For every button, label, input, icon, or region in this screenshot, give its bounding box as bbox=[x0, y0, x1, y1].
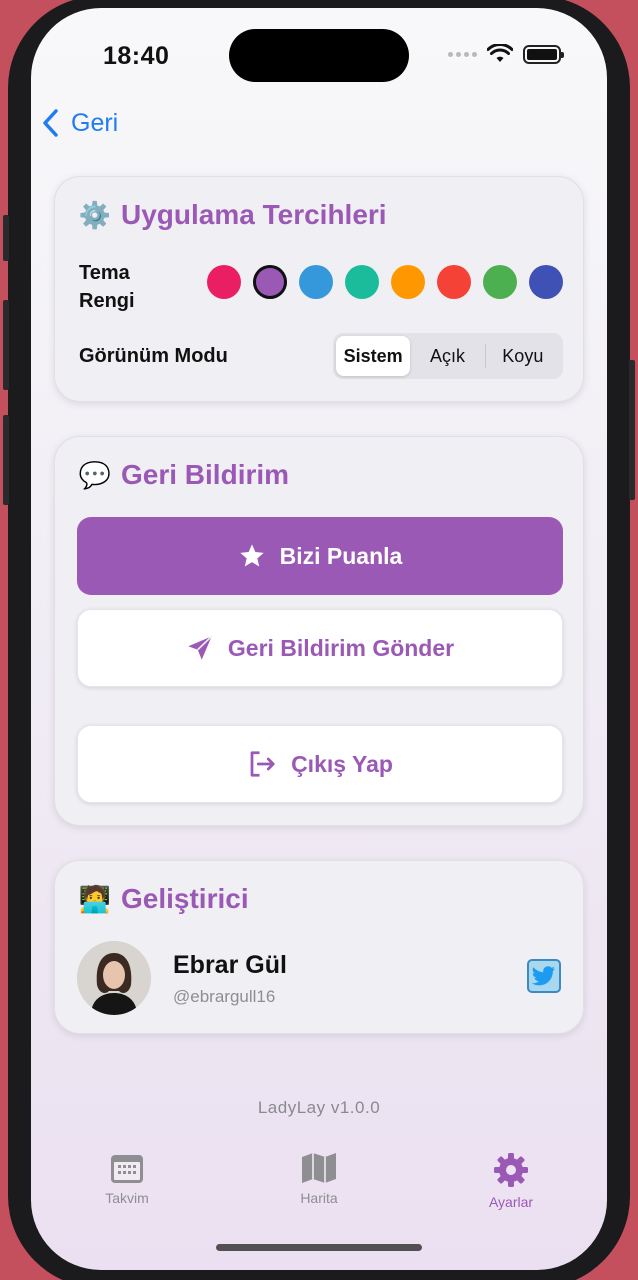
gear-icon: ⚙️ bbox=[78, 199, 112, 230]
developer-card: 🧑‍💻 Geliştirici Ebrar Gül @ebrargull16 bbox=[54, 860, 584, 1034]
appearance-mode-control: Sistem Açık Koyu bbox=[333, 333, 563, 379]
developer-name: Ebrar Gül bbox=[173, 951, 287, 979]
back-label: Geri bbox=[71, 108, 119, 137]
theme-color-swatch[interactable] bbox=[483, 265, 517, 299]
tab-settings[interactable]: Ayarlar bbox=[415, 1152, 607, 1222]
calendar-icon bbox=[111, 1155, 143, 1183]
mode-option-light[interactable]: Açık bbox=[410, 336, 484, 376]
wifi-icon bbox=[487, 44, 513, 62]
theme-color-swatch[interactable] bbox=[437, 265, 471, 299]
star-icon bbox=[239, 544, 264, 567]
send-feedback-button[interactable]: Geri Bildirim Gönder bbox=[77, 609, 563, 687]
mode-option-system[interactable]: Sistem bbox=[336, 336, 411, 376]
theme-color-swatch[interactable] bbox=[207, 265, 241, 299]
feedback-card: 💬 Geri Bildirim Bizi Puanla Geri Bildiri… bbox=[54, 436, 584, 826]
theme-color-swatch[interactable] bbox=[391, 265, 425, 299]
theme-color-label-line2: Rengi bbox=[79, 290, 135, 312]
developer-title: 🧑‍💻 Geliştirici bbox=[79, 883, 249, 915]
action-button bbox=[3, 215, 9, 261]
battery-icon bbox=[523, 44, 564, 64]
rate-us-label: Bizi Puanla bbox=[279, 542, 403, 569]
home-indicator bbox=[216, 1244, 422, 1251]
theme-color-swatch[interactable] bbox=[299, 265, 333, 299]
paper-plane-icon bbox=[188, 635, 213, 660]
screen: 18:40 Geri ⚙️ Uygulama Tercihleri Tema R… bbox=[31, 8, 607, 1270]
gear-icon bbox=[494, 1153, 528, 1187]
tab-bar: Takvim Harita Ayarlar bbox=[31, 1152, 607, 1222]
theme-color-swatch[interactable] bbox=[253, 265, 287, 299]
status-indicators bbox=[448, 44, 564, 64]
preferences-title-text: Uygulama Tercihleri bbox=[121, 199, 387, 230]
theme-color-label: Tema Rengi bbox=[79, 259, 135, 315]
tab-map-label: Harita bbox=[300, 1190, 338, 1206]
tab-calendar-label: Takvim bbox=[105, 1190, 149, 1206]
mode-option-dark[interactable]: Koyu bbox=[486, 336, 560, 376]
logout-button[interactable]: Çıkış Yap bbox=[77, 725, 563, 803]
theme-color-label-line1: Tema bbox=[79, 262, 130, 284]
tab-settings-label: Ayarlar bbox=[488, 1194, 534, 1210]
app-version: LadyLay v1.0.0 bbox=[257, 1098, 381, 1117]
technologist-icon: 🧑‍💻 bbox=[78, 883, 112, 914]
preferences-title: ⚙️ Uygulama Tercihleri bbox=[79, 199, 387, 231]
tab-map[interactable]: Harita bbox=[223, 1152, 415, 1222]
power-button bbox=[629, 360, 635, 500]
status-time: 18:40 bbox=[103, 42, 170, 70]
rate-us-button[interactable]: Bizi Puanla bbox=[77, 517, 563, 595]
theme-color-swatches bbox=[207, 265, 563, 299]
developer-title-text: Geliştirici bbox=[121, 883, 249, 914]
twitter-bird-icon bbox=[532, 966, 555, 986]
cellular-signal-icon bbox=[448, 51, 477, 57]
theme-color-swatch[interactable] bbox=[529, 265, 563, 299]
speech-bubble-icon: 💬 bbox=[78, 459, 112, 490]
appearance-mode-label: Görünüm Modu bbox=[79, 345, 228, 367]
developer-handle: @ebrargull16 bbox=[173, 987, 276, 1006]
logout-label: Çıkış Yap bbox=[291, 750, 393, 777]
map-icon bbox=[302, 1153, 336, 1183]
twitter-button[interactable] bbox=[527, 959, 561, 993]
feedback-title-text: Geri Bildirim bbox=[121, 459, 290, 490]
send-feedback-label: Geri Bildirim Gönder bbox=[227, 634, 455, 661]
logout-icon bbox=[250, 751, 275, 777]
back-button[interactable]: Geri bbox=[41, 108, 118, 138]
dynamic-island bbox=[229, 29, 409, 82]
theme-color-swatch[interactable] bbox=[345, 265, 379, 299]
chevron-left-icon bbox=[43, 109, 58, 137]
preferences-card: ⚙️ Uygulama Tercihleri Tema Rengi Görünü… bbox=[54, 176, 584, 402]
volume-up-button bbox=[3, 300, 9, 390]
volume-down-button bbox=[3, 415, 9, 505]
developer-avatar bbox=[77, 941, 151, 1015]
feedback-title: 💬 Geri Bildirim bbox=[79, 459, 289, 491]
tab-calendar[interactable]: Takvim bbox=[31, 1152, 223, 1222]
